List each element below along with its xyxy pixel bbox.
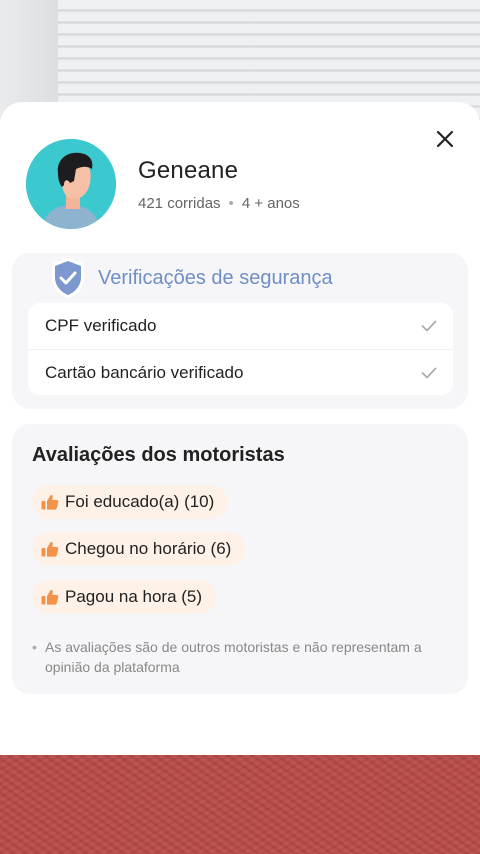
review-chip: Pagou na hora (5) (32, 580, 217, 614)
reviews-disclaimer: • As avaliações são de outros motoristas… (32, 637, 432, 677)
avatar (26, 139, 116, 229)
security-card: Verificações de segurança CPF verificado… (12, 253, 468, 409)
shield-icon (52, 258, 84, 298)
thumbs-up-icon (41, 494, 59, 510)
passenger-profile-sheet: Geneane 421 corridas • 4 + anos Verifica… (0, 102, 480, 755)
security-header: Verificações de segurança (50, 257, 333, 299)
tenure: 4 + anos (241, 194, 300, 212)
security-item-label: CPF verificado (45, 316, 157, 335)
security-list: CPF verificado Cartão bancário verificad… (28, 303, 453, 395)
profile-header: Geneane 421 corridas • 4 + anos (26, 139, 300, 229)
review-chip: Foi educado(a) (10) (32, 485, 229, 519)
security-item-card: Cartão bancário verificado (28, 349, 453, 395)
review-chip-label: Pagou na hora (5) (65, 587, 203, 606)
meta-separator: • (228, 194, 234, 212)
avatar-illustration (26, 139, 116, 229)
close-icon (436, 130, 454, 148)
thumbs-up-icon (41, 589, 59, 605)
driver-reviews-card: Avaliações dos motoristas Foi educado(a)… (12, 424, 468, 694)
passenger-name: Geneane (138, 156, 239, 184)
rides-count: 421 corridas (138, 194, 221, 212)
check-icon (421, 320, 437, 332)
review-chip-label: Chegou no horário (6) (65, 539, 232, 558)
security-item-label: Cartão bancário verificado (45, 362, 244, 382)
review-chip: Chegou no horário (6) (32, 532, 246, 566)
background-photo-bottom (0, 755, 480, 854)
security-item-cpf: CPF verificado (28, 303, 453, 349)
disclaimer-text: As avaliações são de outros motoristas e… (45, 639, 422, 675)
reviews-title: Avaliações dos motoristas (32, 444, 285, 466)
close-button[interactable] (432, 126, 458, 152)
disclaimer-bullet: • (32, 639, 37, 655)
review-chip-label: Foi educado(a) (10) (65, 492, 215, 511)
security-title: Verificações de segurança (98, 266, 333, 289)
check-icon (421, 367, 437, 378)
profile-meta: 421 corridas • 4 + anos (138, 195, 300, 212)
thumbs-up-icon (41, 541, 59, 557)
